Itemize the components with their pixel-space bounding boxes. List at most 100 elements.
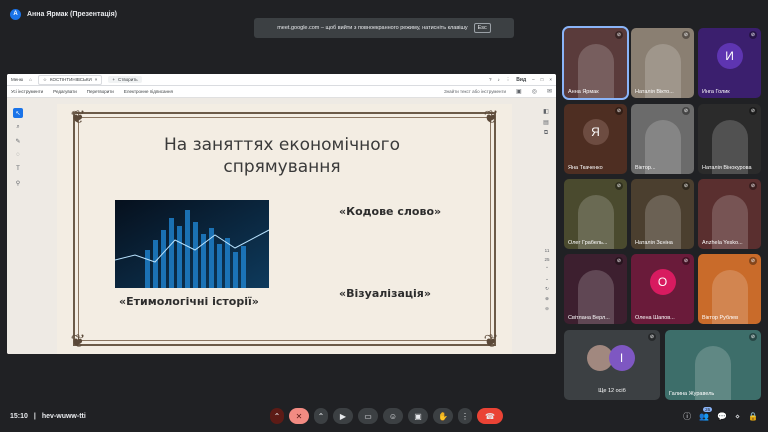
- raise-hand-button[interactable]: ✋: [433, 408, 453, 424]
- cursor-icon[interactable]: ↖: [13, 108, 23, 118]
- participant-tile[interactable]: О ⊘ Олена Шапов...: [631, 254, 694, 324]
- camera-options-button[interactable]: ⌃: [314, 408, 328, 424]
- page-current[interactable]: 11: [545, 248, 550, 253]
- star-icon: ☆: [42, 76, 47, 82]
- maximize-icon[interactable]: □: [541, 77, 544, 82]
- mic-muted-icon: ⊘: [615, 182, 623, 190]
- presentation-window: Меню ⌂ ☆ КОСТІНТИНІВСЬКИ × + Створить ? …: [7, 74, 556, 354]
- participant-tile[interactable]: ⊘ Наталія Зєніна: [631, 179, 694, 249]
- zoom-out-icon[interactable]: ⊖: [545, 306, 549, 312]
- mic-muted-icon: ⊘: [648, 333, 656, 341]
- lock-icon[interactable]: 🔒: [748, 412, 758, 421]
- participant-name: Anzhela Yesko...: [702, 240, 743, 246]
- participant-tile[interactable]: ⊘ Anzhela Yesko...: [698, 179, 761, 249]
- meeting-info: 15:10 | hev-wuww-tti: [10, 413, 86, 420]
- participant-tile[interactable]: ⊘ Галина Журавель: [665, 330, 761, 400]
- participant-name: Ще 12 осіб: [598, 388, 626, 394]
- participant-name: Олена Шапов...: [635, 315, 675, 321]
- text-icon[interactable]: T: [13, 164, 23, 174]
- help-icon[interactable]: ?: [489, 77, 492, 82]
- mail-icon[interactable]: ✉: [547, 88, 552, 95]
- participant-avatar: Я: [582, 119, 609, 145]
- bookmark-icon[interactable]: ▤: [543, 119, 549, 126]
- fullscreen-banner: meet.google.com – щоб вийти з повноекран…: [254, 18, 514, 38]
- print-icon[interactable]: ▣: [516, 88, 522, 95]
- mic-muted-icon: ⊘: [749, 182, 757, 190]
- menu-esign[interactable]: Електронне підписання: [124, 89, 173, 94]
- participant-tile[interactable]: ⊘ Віктор Рублев: [698, 254, 761, 324]
- tab-document[interactable]: ☆ КОСТІНТИНІВСЬКИ ×: [37, 74, 103, 85]
- emoji-button[interactable]: ☺: [383, 408, 403, 424]
- menu-all-tools[interactable]: Усі інструменти: [11, 89, 43, 94]
- mic-options-button[interactable]: ⌃: [270, 408, 284, 424]
- caption-code-word: «Кодове слово»: [339, 205, 442, 218]
- globe-icon[interactable]: ◎: [532, 88, 537, 95]
- participant-name: Инга Голик: [702, 89, 730, 95]
- view-menu[interactable]: Вид: [516, 77, 526, 83]
- pen-icon[interactable]: ✎: [13, 136, 23, 146]
- participant-name: Наталія Вікто...: [635, 89, 674, 95]
- close-icon[interactable]: ×: [95, 77, 98, 82]
- mic-muted-icon: ⊘: [682, 31, 690, 39]
- zoom-icon[interactable]: ⌕: [13, 122, 23, 132]
- participant-tile[interactable]: І ⊘ Ще 12 осіб: [564, 330, 660, 400]
- zoom-in-icon[interactable]: ⊕: [545, 296, 549, 302]
- presenter-label: Анна Ярмак (Презентація): [27, 10, 118, 18]
- esc-key: Esc: [473, 23, 491, 33]
- corner-ornament-icon: ❦: [483, 107, 499, 127]
- new-tab-button[interactable]: + Створить: [108, 76, 142, 83]
- minimize-icon[interactable]: –: [532, 77, 535, 82]
- participant-avatar: О: [649, 269, 676, 295]
- camera-button[interactable]: ▶: [333, 408, 353, 424]
- participant-name: Наталія Вінокурова: [702, 165, 752, 171]
- bottom-bar: 15:10 | hev-wuww-tti ⌃ ✕ ⌃ ▶ ▭ ☺ ▣ ✋ ⋮ ☎…: [0, 400, 768, 432]
- menu-edit[interactable]: Редагувати: [53, 89, 77, 94]
- mic-off-button[interactable]: ✕: [289, 408, 309, 424]
- people-icon[interactable]: 👥 26: [699, 406, 713, 421]
- refresh-icon[interactable]: ↻: [545, 286, 549, 292]
- participant-avatar: И: [716, 43, 743, 69]
- chevron-up-icon[interactable]: ⌃: [545, 266, 549, 272]
- clock-time: 15:10: [10, 412, 28, 420]
- meeting-code[interactable]: hev-wuww-tti: [42, 413, 86, 420]
- close-window-icon[interactable]: ×: [549, 77, 552, 82]
- mic-muted-icon: ⊘: [682, 257, 690, 265]
- participant-name: Галина Журавель: [669, 391, 715, 397]
- participant-tile[interactable]: ⊘ Анна Ярмак: [562, 26, 629, 100]
- toolbar-menu: Усі інструменти Редагувати Перетворити Е…: [7, 86, 556, 98]
- mic-muted-icon: ⊘: [615, 257, 623, 265]
- chat-icon[interactable]: 💬: [717, 412, 727, 421]
- bell-icon[interactable]: ♪: [498, 77, 500, 82]
- menu-button[interactable]: Меню: [11, 77, 23, 82]
- participant-name: Анна Ярмак: [568, 89, 599, 95]
- participant-tile[interactable]: И ⊘ Инга Голик: [698, 28, 761, 98]
- search-tools-input[interactable]: Знайти текст або інструменти: [444, 89, 506, 94]
- participant-tile[interactable]: ⊘ Олег Грабель...: [564, 179, 627, 249]
- new-tab-label: Створить: [118, 77, 138, 82]
- info-icon[interactable]: ⓘ: [683, 411, 691, 422]
- comment-icon[interactable]: ◧: [543, 108, 549, 115]
- home-icon[interactable]: ⌂: [29, 77, 32, 82]
- present-button[interactable]: ▣: [408, 408, 428, 424]
- chevron-down-icon[interactable]: ⌄: [545, 276, 549, 282]
- participant-tile[interactable]: Я ⊘ Яна Ткаченко: [564, 104, 627, 174]
- mic-muted-icon: ⊘: [615, 107, 623, 115]
- slide: ❦ ❦ ❦ ❦ На заняттях економічного спрямув…: [57, 104, 512, 354]
- layers-icon[interactable]: ⧉: [544, 130, 548, 137]
- plus-icon: +: [112, 77, 116, 82]
- lasso-icon[interactable]: ◌: [13, 150, 23, 160]
- mic-muted-icon: ⊘: [749, 31, 757, 39]
- menu-convert[interactable]: Перетворити: [87, 89, 114, 94]
- participant-tile[interactable]: ⊘ Наталія Вінокурова: [698, 104, 761, 174]
- apps-icon[interactable]: ⋮: [506, 77, 511, 83]
- captions-button[interactable]: ▭: [358, 408, 378, 424]
- participant-name: Віктор...: [635, 165, 656, 171]
- participant-tile[interactable]: ⊘ Світлана Верл...: [564, 254, 627, 324]
- stamp-icon[interactable]: ⚲: [13, 178, 23, 188]
- chart-picture: [115, 200, 269, 288]
- activities-icon[interactable]: ⋄: [735, 412, 740, 421]
- participant-tile[interactable]: ⊘ Наталія Вікто...: [631, 28, 694, 98]
- more-options-button[interactable]: ⋮: [458, 408, 472, 424]
- participant-tile[interactable]: ⊘ Віктор...: [631, 104, 694, 174]
- leave-call-button[interactable]: ☎: [477, 408, 503, 424]
